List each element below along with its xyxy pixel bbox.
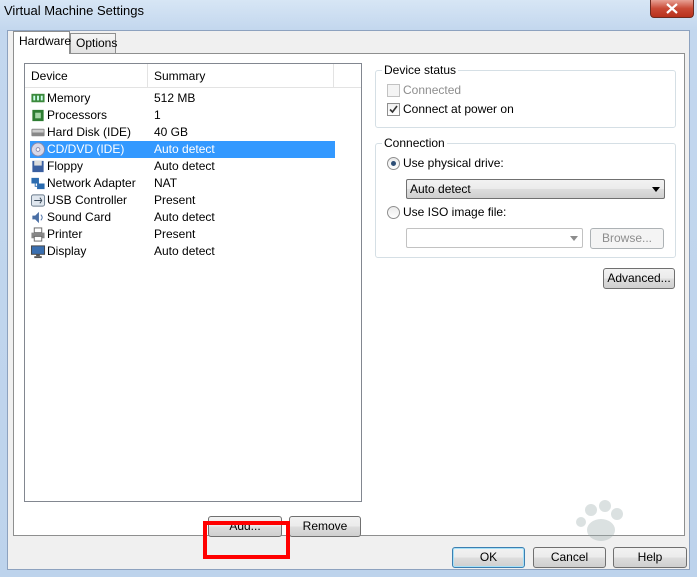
device-name: Hard Disk (IDE) — [47, 125, 132, 139]
connection-group: Connection Use physical drive: Auto dete… — [375, 136, 676, 258]
remove-button[interactable]: Remove — [289, 516, 361, 537]
device-row[interactable]: USB Controller Present — [30, 192, 335, 209]
processor-icon — [32, 109, 44, 122]
device-status-title: Device status — [382, 63, 459, 77]
cd-dvd-icon — [30, 142, 46, 157]
browse-button[interactable]: Browse... — [590, 228, 664, 249]
device-summary: Present — [154, 227, 196, 241]
dialog-client: Hardware Options Device Summary Memory 51… — [7, 30, 690, 570]
connected-label: Connected — [403, 83, 462, 97]
connected-checkbox[interactable] — [387, 84, 400, 97]
printer-icon — [31, 227, 45, 242]
device-row[interactable]: Display Auto detect — [30, 243, 335, 260]
tab-options[interactable]: Options — [70, 33, 117, 53]
device-name: Processors — [47, 108, 108, 122]
iso-image-label: Use ISO image file: — [403, 205, 507, 219]
device-name: Network Adapter — [47, 176, 136, 190]
physical-drive-select[interactable]: Auto detect — [406, 179, 665, 199]
advanced-button[interactable]: Advanced... — [603, 268, 675, 289]
usb-icon — [30, 194, 46, 207]
device-row[interactable]: Floppy Auto detect — [30, 158, 335, 175]
connect-at-power-on-checkbox[interactable] — [387, 103, 400, 116]
radio-dot — [391, 161, 396, 166]
memory-icon — [31, 93, 45, 103]
device-summary: Present — [154, 193, 196, 207]
close-icon — [666, 3, 678, 14]
highlight-box — [203, 521, 290, 559]
floppy-icon — [32, 160, 44, 173]
device-name: Floppy — [47, 159, 84, 173]
device-status-group: Device status Connected Connect at power… — [375, 63, 676, 128]
device-summary: Auto detect — [154, 244, 215, 258]
column-device[interactable]: Device — [25, 64, 148, 87]
device-row[interactable]: Hard Disk (IDE) 40 GB — [30, 124, 335, 141]
network-icon — [31, 177, 45, 190]
iso-image-radio[interactable] — [387, 206, 400, 219]
device-summary: Auto detect — [154, 142, 215, 156]
device-summary: 40 GB — [154, 125, 189, 139]
device-name: Sound Card — [47, 210, 112, 224]
close-button[interactable] — [650, 0, 694, 18]
cancel-button[interactable]: Cancel — [533, 547, 606, 568]
device-list[interactable]: Device Summary Memory 512 MB Processors 1 Ha… — [24, 63, 362, 502]
window-title: Virtual Machine Settings — [4, 3, 144, 18]
title-bar: Virtual Machine Settings — [0, 0, 697, 26]
device-row[interactable]: CD/DVD (IDE) Auto detect — [30, 141, 335, 158]
dropdown-arrow-icon — [570, 236, 578, 241]
physical-drive-label: Use physical drive: — [403, 156, 504, 170]
settings-window: Virtual Machine Settings Hardware Option… — [0, 0, 697, 577]
device-row[interactable]: Memory 512 MB — [30, 90, 335, 107]
device-summary: 1 — [154, 108, 161, 122]
dropdown-arrow-icon — [652, 187, 660, 192]
iso-image-select[interactable] — [406, 228, 583, 248]
connection-title: Connection — [382, 136, 447, 150]
device-name: Memory — [47, 91, 91, 105]
sound-icon — [32, 211, 43, 224]
help-button[interactable]: Help — [613, 547, 687, 568]
device-summary: 512 MB — [154, 91, 196, 105]
device-name: Printer — [47, 227, 83, 241]
device-name: USB Controller — [47, 193, 128, 207]
checkmark-icon — [389, 105, 398, 114]
device-name: CD/DVD (IDE) — [47, 142, 125, 156]
connect-at-power-on-label: Connect at power on — [403, 102, 514, 116]
device-row[interactable]: Processors 1 — [30, 107, 335, 124]
column-blank — [334, 64, 361, 87]
device-summary: Auto detect — [154, 159, 215, 173]
column-summary[interactable]: Summary — [148, 64, 334, 87]
device-row[interactable]: Printer Present — [30, 226, 335, 243]
device-name: Display — [47, 244, 87, 258]
device-row[interactable]: Sound Card Auto detect — [30, 209, 335, 226]
display-icon — [30, 245, 46, 259]
hardware-panel: Device Summary Memory 512 MB Processors 1 Ha… — [13, 53, 685, 559]
hard-disk-icon — [31, 128, 45, 137]
device-summary: NAT — [154, 176, 178, 190]
tab-hardware[interactable]: Hardware — [13, 31, 71, 54]
ok-button[interactable]: OK — [452, 547, 525, 568]
physical-drive-radio[interactable] — [387, 157, 400, 170]
device-row[interactable]: Network Adapter NAT — [30, 175, 335, 192]
device-summary: Auto detect — [154, 210, 215, 224]
list-header: Device Summary — [25, 64, 361, 88]
physical-drive-value: Auto detect — [410, 182, 471, 196]
